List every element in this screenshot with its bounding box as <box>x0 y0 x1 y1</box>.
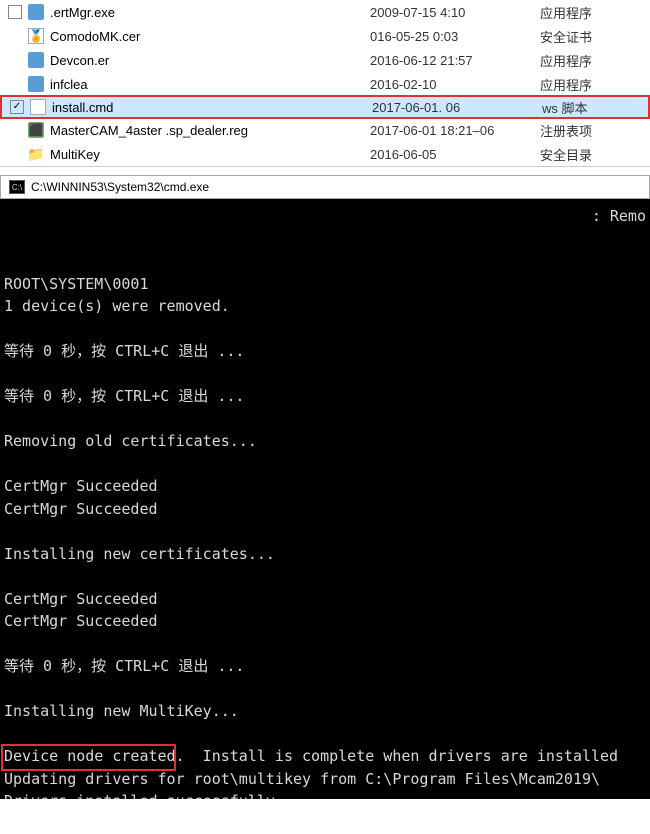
file-type: 安全证书 <box>540 27 642 46</box>
file-type: 注册表项 <box>540 121 642 140</box>
cmd-line: 等待 0 秒，按 CTRL+C 退出 ... <box>4 655 646 678</box>
cmd-line: ROOT\SYSTEM\0001 <box>4 273 646 296</box>
folder-icon: 📁 <box>28 146 44 162</box>
reg-icon: ⬛ <box>28 122 44 138</box>
exe-icon <box>28 52 44 68</box>
cmd-line: 等待 0 秒，按 CTRL+C 退出 ... <box>4 340 646 363</box>
cmd-icon <box>30 99 46 115</box>
file-name: infclea <box>50 77 370 92</box>
file-type: 应用程序 <box>540 51 642 70</box>
file-row[interactable]: install.cmd2017-06-01. 06ws 脚本 <box>0 95 650 119</box>
file-checkbox[interactable] <box>10 100 24 114</box>
cmd-line <box>4 453 646 476</box>
file-name: install.cmd <box>52 100 372 115</box>
file-date: 016-05-25 0:03 <box>370 29 540 44</box>
cmd-line: Drivers installed successfully. <box>4 790 646 799</box>
cmd-line: 1 device(s) were removed. <box>4 295 646 318</box>
file-name: .ertMgr.exe <box>50 5 370 20</box>
cmd-lines-container: ROOT\SYSTEM\00011 device(s) were removed… <box>4 273 646 800</box>
cmd-line: Installing new MultiKey... <box>4 700 646 723</box>
file-type: 应用程序 <box>540 3 642 22</box>
cmd-title-bar[interactable]: C:\ C:\WINNIN53\System32\cmd.exe <box>0 175 650 199</box>
file-row[interactable]: ⬛ MasterCAM_4aster .sp_dealer.reg2017-06-… <box>0 118 650 142</box>
cmd-line <box>4 520 646 543</box>
file-type: ws 脚本 <box>542 98 640 117</box>
file-date: 2016-06-12 21:57 <box>370 53 540 68</box>
cmd-icon: C:\ <box>9 180 25 194</box>
cmd-line: CertMgr Succeeded <box>4 588 646 611</box>
file-type: 安全目录 <box>540 145 642 164</box>
cmd-line: CertMgr Succeeded <box>4 498 646 521</box>
file-row[interactable]: Devcon.er2016-06-12 21:57应用程序 <box>0 48 650 72</box>
file-checkbox[interactable] <box>8 5 22 19</box>
cmd-line <box>4 408 646 431</box>
cmd-line <box>4 678 646 701</box>
file-date: 2017-06-01 18:21–06 <box>370 123 540 138</box>
file-type: 应用程序 <box>540 75 642 94</box>
file-date: 2016-06-05 <box>370 147 540 162</box>
file-name: ComodoMK.cer <box>50 29 370 44</box>
file-name: Devcon.er <box>50 53 370 68</box>
file-row[interactable]: 🏅 ComodoMK.cer016-05-25 0:03安全证书 <box>0 24 650 48</box>
file-row[interactable]: .ertMgr.exe2009-07-15 4:10应用程序 <box>0 0 650 24</box>
remove-label: : Remo <box>592 205 646 228</box>
file-row[interactable]: 📁 MultiKey2016-06-05安全目录 <box>0 142 650 166</box>
cmd-line: CertMgr Succeeded <box>4 610 646 633</box>
cmd-line: 等待 0 秒，按 CTRL+C 退出 ... <box>4 385 646 408</box>
cmd-line: Removing old certificates... <box>4 430 646 453</box>
cmd-line: Device node created. Install is complete… <box>4 745 646 768</box>
exe-icon <box>28 76 44 92</box>
cmd-line: Installing new certificates... <box>4 543 646 566</box>
file-name: MasterCAM_4aster .sp_dealer.reg <box>50 123 370 138</box>
cmd-line <box>4 565 646 588</box>
file-date: 2016-02-10 <box>370 77 540 92</box>
cmd-line <box>4 723 646 746</box>
file-date: 2017-06-01. 06 <box>372 100 542 115</box>
cmd-line <box>4 318 646 341</box>
file-name: MultiKey <box>50 147 370 162</box>
cmd-line <box>4 363 646 386</box>
file-row[interactable]: infclea2016-02-10应用程序 <box>0 72 650 96</box>
exe-icon <box>28 4 44 20</box>
file-explorer-list: .ertMgr.exe2009-07-15 4:10应用程序🏅ComodoMK.… <box>0 0 650 167</box>
cmd-line: CertMgr Succeeded <box>4 475 646 498</box>
cer-icon: 🏅 <box>28 28 44 44</box>
file-date: 2009-07-15 4:10 <box>370 5 540 20</box>
cmd-line: Updating drivers for root\multikey from … <box>4 768 646 791</box>
cmd-output[interactable]: : Remo ROOT\SYSTEM\00011 device(s) were … <box>0 199 650 799</box>
command-prompt-window: C:\ C:\WINNIN53\System32\cmd.exe : Remo … <box>0 175 650 799</box>
cmd-line <box>4 633 646 656</box>
cmd-title-text: C:\WINNIN53\System32\cmd.exe <box>31 180 209 194</box>
